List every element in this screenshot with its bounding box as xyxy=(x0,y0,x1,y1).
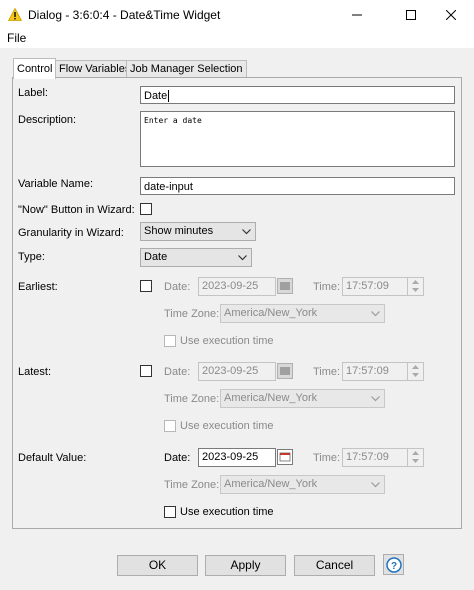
now-button-checkbox[interactable] xyxy=(140,203,152,215)
default-time-spinner[interactable]: 17:57:09 xyxy=(342,448,424,467)
default-timezone-select[interactable]: America/New_York xyxy=(220,475,385,494)
close-button[interactable] xyxy=(428,0,474,30)
calendar-icon[interactable] xyxy=(277,449,293,465)
earliest-time-spinner[interactable]: 17:57:09 xyxy=(342,277,424,296)
description-input[interactable]: Enter a date xyxy=(140,111,455,167)
latest-timezone-select[interactable]: America/New_York xyxy=(220,389,385,408)
earliest-checkbox[interactable] xyxy=(140,280,152,292)
default-timezone-value: America/New_York xyxy=(224,478,318,490)
description-value: Enter a date xyxy=(144,116,202,125)
description-label: Description: xyxy=(18,114,77,126)
latest-checkbox[interactable] xyxy=(140,365,152,377)
chevron-down-icon xyxy=(238,254,247,260)
help-glyph: ? xyxy=(390,561,396,572)
tab-job-manager-selection[interactable]: Job Manager Selection xyxy=(126,60,247,78)
earliest-time-label: Time: xyxy=(313,281,341,293)
latest-time-spinner[interactable]: 17:57:09 xyxy=(342,362,424,381)
default-exec-time-checkbox[interactable] xyxy=(164,506,176,518)
latest-exec-time-checkbox[interactable] xyxy=(164,420,176,432)
latest-timezone-label: Time Zone: xyxy=(164,393,220,405)
tab-flow-variables[interactable]: Flow Variables xyxy=(55,60,135,78)
latest-date-label: Date: xyxy=(164,366,191,378)
earliest-label: Earliest: xyxy=(18,281,58,293)
label-input[interactable]: Date xyxy=(140,86,455,104)
type-select[interactable]: Date xyxy=(140,248,252,267)
earliest-date-input[interactable]: 2023-09-25 xyxy=(198,277,276,296)
default-date-input[interactable]: 2023-09-25 xyxy=(198,448,276,467)
maximize-icon xyxy=(406,10,416,20)
spin-up-icon xyxy=(412,451,419,455)
latest-time-value: 17:57:09 xyxy=(346,365,389,377)
spin-down-icon xyxy=(412,459,419,463)
cancel-button[interactable]: Cancel xyxy=(294,555,375,576)
spin-down-icon xyxy=(412,373,419,377)
earliest-timezone-label: Time Zone: xyxy=(164,308,220,320)
variable-name-label: Variable Name: xyxy=(18,178,93,190)
latest-exec-time-label: Use execution time xyxy=(180,420,274,432)
menu-bar xyxy=(0,30,474,48)
default-time-value: 17:57:09 xyxy=(346,451,389,463)
earliest-time-value: 17:57:09 xyxy=(346,280,389,292)
spin-up-icon xyxy=(412,365,419,369)
chevron-down-icon xyxy=(242,228,251,234)
earliest-timezone-value: America/New_York xyxy=(224,307,318,319)
earliest-exec-time-label: Use execution time xyxy=(180,335,274,347)
chevron-down-icon xyxy=(371,481,380,487)
default-exec-time-label: Use execution time xyxy=(180,506,274,518)
latest-label: Latest: xyxy=(18,366,52,378)
default-date-label: Date: xyxy=(164,452,191,464)
apply-button[interactable]: Apply xyxy=(205,555,286,576)
window-title: Dialog - 3:6:0:4 - Date&Time Widget xyxy=(28,8,221,22)
earliest-date-label: Date: xyxy=(164,281,191,293)
latest-date-input[interactable]: 2023-09-25 xyxy=(198,362,276,381)
close-icon xyxy=(446,10,456,20)
default-timezone-label: Time Zone: xyxy=(164,479,220,491)
minimize-button[interactable] xyxy=(334,0,380,30)
granularity-value: Show minutes xyxy=(144,225,214,237)
calendar-icon[interactable] xyxy=(277,363,293,379)
help-button[interactable]: ? xyxy=(383,554,404,575)
latest-timezone-value: America/New_York xyxy=(224,392,318,404)
chevron-down-icon xyxy=(371,310,380,316)
default-value-label: Default Value: xyxy=(18,452,87,464)
label-label: Label: xyxy=(18,87,48,99)
type-label: Type: xyxy=(18,251,45,263)
now-button-label: "Now" Button in Wizard: xyxy=(18,204,135,216)
help-icon: ? xyxy=(385,556,402,573)
chevron-down-icon xyxy=(371,395,380,401)
minimize-icon xyxy=(352,14,362,16)
earliest-timezone-select[interactable]: America/New_York xyxy=(220,304,385,323)
default-time-label: Time: xyxy=(313,452,341,464)
earliest-exec-time-checkbox[interactable] xyxy=(164,335,176,347)
type-value: Date xyxy=(144,251,168,263)
granularity-select[interactable]: Show minutes xyxy=(140,222,256,241)
tab-control[interactable]: Control xyxy=(13,58,57,79)
spin-up-icon xyxy=(412,280,419,284)
variable-name-input[interactable]: date-input xyxy=(140,177,455,195)
ok-button[interactable]: OK xyxy=(117,555,198,576)
menu-file[interactable]: File xyxy=(7,31,26,45)
calendar-icon[interactable] xyxy=(277,278,293,294)
spin-down-icon xyxy=(412,288,419,292)
warning-icon xyxy=(8,8,22,21)
granularity-label: Granularity in Wizard: xyxy=(18,227,124,239)
latest-time-label: Time: xyxy=(313,366,341,378)
label-value: Date xyxy=(144,90,168,102)
